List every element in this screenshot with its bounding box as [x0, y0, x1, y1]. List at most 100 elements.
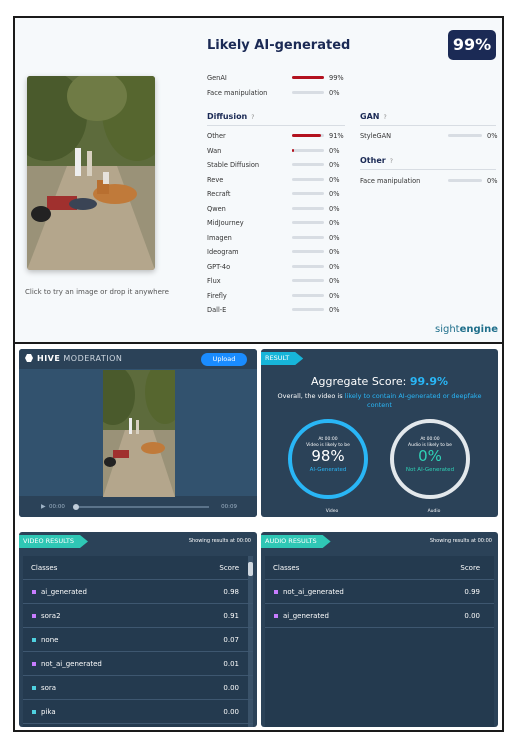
gan-heading: GAN?: [360, 112, 387, 121]
score-row: MidJourney 0%: [207, 217, 354, 229]
row-label: Stable Diffusion: [207, 161, 260, 169]
duration: 00:09: [221, 504, 237, 510]
score-bar: [292, 221, 324, 224]
class-color-marker: [32, 590, 36, 594]
screenshot-frame: Click to try an image or drop it anywher…: [13, 16, 504, 732]
class-name: sora: [41, 684, 57, 692]
uploaded-image-thumbnail[interactable]: [27, 76, 155, 270]
score-badge: 99%: [448, 30, 496, 60]
hive-result-panel: RESULT Aggregate Score: 99.9% Overall, t…: [261, 349, 498, 517]
audio-results-tab: AUDIO RESULTS: [261, 535, 331, 548]
table-row[interactable]: sora2 0.91: [23, 604, 253, 628]
aggregate-summary: Overall, the video is likely to contain …: [277, 392, 482, 409]
hive-header: HIVE MODERATION Upload: [19, 349, 257, 369]
row-percent: 0%: [329, 291, 340, 300]
table-row[interactable]: none 0.07: [23, 628, 253, 652]
score-bar: [292, 264, 324, 268]
score-row: Other 91%: [207, 130, 354, 142]
row-label: Face manipulation: [207, 89, 268, 97]
class-score: 0.91: [223, 612, 239, 620]
row-percent: 0%: [329, 219, 340, 227]
class-name: not_ai_generated: [283, 588, 344, 596]
table-row[interactable]: not_ai_generated 0.99: [265, 580, 494, 604]
class-score: 0.00: [464, 612, 480, 620]
seek-bar[interactable]: [75, 506, 209, 508]
upload-button[interactable]: Upload: [201, 353, 247, 366]
score-bar: [448, 179, 482, 182]
divider: [207, 125, 345, 126]
table-row[interactable]: ai_generated 0.98: [23, 580, 253, 604]
class-score: 0.07: [223, 636, 239, 644]
class-color-marker: [32, 614, 36, 618]
table-row[interactable]: pika 0.00: [23, 700, 253, 724]
video-gauge-caption: Video: [325, 509, 339, 514]
video-results-tab: VIDEO RESULTS: [19, 535, 88, 548]
class-name: none: [41, 636, 59, 644]
row-percent: 0%: [487, 132, 498, 140]
score-bar-fill: [292, 76, 324, 79]
row-percent: 0%: [487, 177, 498, 185]
class-color-marker: [32, 638, 36, 642]
help-icon[interactable]: ?: [390, 158, 393, 165]
score-bar: [292, 279, 324, 282]
row-percent: 0%: [329, 146, 340, 155]
score-row: Dall-E 0%: [207, 304, 354, 316]
class-score: 0.01: [223, 660, 239, 668]
row-percent: 0%: [329, 233, 340, 242]
row-label: Imagen: [207, 233, 232, 242]
row-label: Face manipulation: [360, 177, 421, 185]
sightengine-panel: Click to try an image or drop it anywher…: [15, 18, 502, 344]
result-tab: RESULT: [261, 352, 303, 365]
video-controls: ▶ 00:00 00:09: [19, 497, 257, 517]
row-label: MidJourney: [207, 219, 244, 227]
video-score-gauge: At 00:00 Video is likely to be 98% AI-Ge…: [288, 419, 368, 499]
verdict-title: Likely AI-generated: [207, 38, 351, 53]
play-icon[interactable]: ▶: [41, 503, 46, 510]
class-color-marker: [32, 662, 36, 666]
score-bar: [292, 235, 324, 239]
sightengine-logo: sightengine: [435, 324, 498, 335]
class-name: ai_generated: [41, 588, 87, 596]
score-bar: [292, 91, 324, 94]
score-row: Face manipulation 0%: [360, 175, 512, 187]
score-row: Recraft 0%: [207, 188, 354, 200]
class-score: 0.99: [464, 588, 480, 596]
help-icon[interactable]: ?: [251, 114, 254, 121]
row-label: Dall-E: [207, 306, 227, 314]
score-row: Flux 0%: [207, 275, 354, 287]
audio-score-gauge: At 00:00 Audio is likely to be 0% Not AI…: [390, 419, 470, 499]
class-name: sora2: [41, 612, 61, 620]
scene-image: [27, 76, 155, 270]
scrollbar-thumb[interactable]: [248, 562, 253, 576]
row-label: Recraft: [207, 190, 231, 198]
row-percent: 0%: [329, 248, 340, 256]
score-bar: [292, 308, 324, 311]
hive-player-panel: HIVE MODERATION Upload ▶ 00:00 00:09: [19, 349, 257, 517]
seek-handle[interactable]: [73, 504, 79, 510]
row-label: Firefly: [207, 291, 227, 300]
class-name: pika: [41, 708, 56, 716]
row-label: StyleGAN: [360, 132, 392, 140]
score-row: Firefly 0%: [207, 290, 354, 302]
audio-score-value: 0%: [418, 447, 442, 465]
score-row: StyleGAN 0%: [360, 130, 512, 142]
table-row[interactable]: not_ai_generated 0.01: [23, 652, 253, 676]
row-percent: 0%: [329, 190, 340, 198]
class-score: 0.98: [223, 588, 239, 596]
help-icon[interactable]: ?: [383, 114, 386, 121]
class-name: ai_generated: [283, 612, 329, 620]
audio-verdict: Not AI-Generated: [405, 467, 455, 473]
score-row: Wan 0%: [207, 145, 354, 157]
drop-hint: Click to try an image or drop it anywher…: [25, 288, 169, 296]
score-bar: [292, 206, 324, 210]
row-label: GPT-4o: [207, 262, 231, 271]
score-row: GenAI 99%: [207, 72, 354, 84]
showing-results: Showing results at 00:00: [188, 538, 251, 544]
video-player[interactable]: [103, 370, 175, 497]
table-row[interactable]: sora 0.00: [23, 676, 253, 700]
row-percent: 91%: [329, 132, 344, 140]
table-row[interactable]: ai_generated 0.00: [265, 604, 494, 628]
audio-results-table: Classes Score not_ai_generated 0.99 ai_gen…: [265, 556, 494, 727]
score-bar: [292, 148, 324, 152]
score-bar: [292, 177, 324, 181]
